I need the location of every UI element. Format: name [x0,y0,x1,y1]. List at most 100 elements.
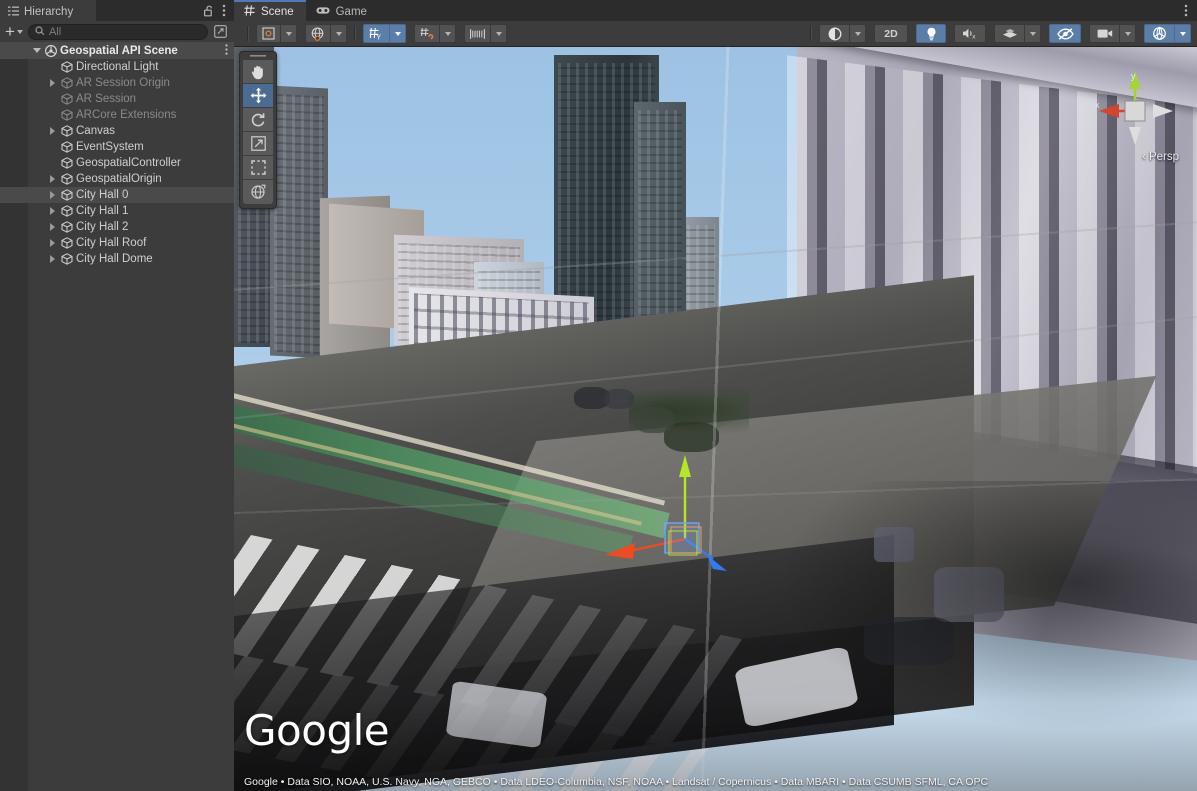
handle-space-toggle[interactable] [305,24,330,43]
hierarchy-item-label: City Hall Dome [76,253,153,265]
gameobject-icon [59,157,74,169]
lock-open-icon[interactable] [204,5,215,17]
scene-window-menu[interactable] [1184,0,1197,21]
hierarchy-item-label: City Hall 2 [76,221,128,233]
snap-increment-dropdown[interactable] [439,24,456,43]
hierarchy-item-city-hall-0[interactable]: City Hall 0 [0,187,234,203]
hierarchy-tabbar: Hierarchy [0,0,234,21]
gameobject-icon [59,173,74,185]
drag-handle-icon[interactable] [250,55,266,57]
hierarchy-item-label: AR Session [76,93,136,105]
hierarchy-item-directional-light[interactable]: Directional Light [0,59,234,75]
scene-fx-dropdown[interactable] [1024,24,1041,43]
hierarchy-item-label: EventSystem [76,141,144,153]
hierarchy-item-canvas[interactable]: Canvas [0,123,234,139]
gizmos-dropdown[interactable] [1174,24,1191,43]
grid-snapping-toggle[interactable]: Y [363,24,389,43]
scene-lighting-toggle[interactable] [916,24,946,43]
twisty-toggle[interactable] [46,223,59,231]
hierarchy-scene-root[interactable]: Geospatial API Scene [0,42,234,59]
hand-icon[interactable] [243,60,273,84]
scene-toolbar: Y [234,21,1197,47]
tab-scene[interactable]: Scene [234,0,306,21]
handle-space-dropdown[interactable] [330,24,347,43]
hierarchy-item-label: ARCore Extensions [76,109,176,121]
svg-text:x: x [972,33,976,40]
gameobject-icon [59,189,74,201]
hierarchy-item-city-hall-roof[interactable]: City Hall Roof [0,235,234,251]
twisty-toggle[interactable] [46,175,59,183]
tab-hierarchy-label: Hierarchy [24,6,73,18]
twisty-toggle[interactable] [46,207,59,215]
search-input[interactable]: All [28,24,208,40]
scene-orientation-gizmo[interactable]: y x [1089,65,1181,157]
hierarchy-icon [8,6,19,17]
hierarchy-tabbar-spacer [96,0,204,21]
scene-root-twisty[interactable] [30,48,43,53]
camera-settings-button[interactable] [1089,24,1119,43]
kebab-menu-icon[interactable] [222,4,226,17]
hierarchy-item-city-hall-1[interactable]: City Hall 1 [0,203,234,219]
gameobject-icon [59,221,74,233]
hierarchy-item-eventsystem[interactable]: EventSystem [0,139,234,155]
unity-scene-icon [43,45,58,57]
scene-toolbar-right: 2D x [803,24,1191,43]
hierarchy-item-city-hall-2[interactable]: City Hall 2 [0,219,234,235]
tab-hierarchy[interactable]: Hierarchy [0,0,96,21]
tab-game[interactable]: Game [306,0,379,21]
hierarchy-tabbar-actions [204,0,234,21]
scene-audio-toggle[interactable]: x [954,24,986,43]
open-in-panel-icon[interactable] [212,24,229,40]
hierarchy-tree[interactable]: Geospatial API Scene Directional LightAR… [0,42,234,791]
gizmos-toggle-button[interactable] [1144,24,1174,43]
transform-move-gizmo[interactable] [589,447,779,597]
twisty-toggle[interactable] [46,79,59,87]
gameobject-icon [59,109,74,121]
tools-overlay [239,51,277,209]
move-icon[interactable] [243,84,273,108]
scale-icon[interactable] [243,132,273,156]
pivot-toggle[interactable] [256,24,280,43]
create-gameobject-button[interactable]: + [4,24,24,40]
hierarchy-item-label: GeospatialController [76,157,181,169]
rect-icon[interactable] [243,156,273,180]
projection-mode-label[interactable]: ‹ Persp [1142,151,1179,163]
hierarchy-item-label: City Hall 1 [76,205,128,217]
svg-text:y: y [1131,71,1136,81]
hierarchy-item-geospatialorigin[interactable]: GeospatialOrigin [0,171,234,187]
2d-toggle-button[interactable]: 2D [874,24,908,43]
twisty-toggle[interactable] [46,255,59,263]
twisty-toggle[interactable] [46,127,59,135]
svg-text:Y: Y [376,34,381,40]
gameobject-icon [59,125,74,137]
gameobject-icon [59,141,74,153]
pivot-dropdown[interactable] [280,24,297,43]
grid-snapping-dropdown[interactable] [389,24,406,43]
plus-icon: + [5,25,15,38]
rotate-icon[interactable] [243,108,273,132]
projection-label-text: Persp [1149,151,1179,163]
ruler-tool-button[interactable] [464,24,490,43]
draw-mode-button[interactable] [819,24,849,43]
gameobject-icon [59,253,74,265]
draw-mode-dropdown[interactable] [849,24,866,43]
street-object-2 [634,407,674,433]
camera-settings-dropdown[interactable] [1119,24,1136,43]
hierarchy-item-city-hall-dome[interactable]: City Hall Dome [0,251,234,267]
ruler-dropdown[interactable] [490,24,507,43]
twisty-toggle[interactable] [46,239,59,247]
scene-root-kebab-menu-icon[interactable] [225,44,228,58]
scene-visibility-toggle[interactable] [1049,24,1081,43]
twisty-toggle[interactable] [46,191,59,199]
scene-fx-button[interactable] [994,24,1024,43]
scene-viewport[interactable]: y x ‹ Persp [234,47,1197,791]
transform-icon[interactable] [243,180,273,204]
tab-scene-label: Scene [261,6,294,18]
hierarchy-item-ar-session-origin[interactable]: AR Session Origin [0,75,234,91]
unity-editor-window: Hierarchy [0,0,1197,791]
hierarchy-item-ar-session[interactable]: AR Session [0,91,234,107]
snap-increment-button[interactable] [414,24,439,43]
hierarchy-item-geospatialcontroller[interactable]: GeospatialController [0,155,234,171]
hierarchy-item-arcore-extensions[interactable]: ARCore Extensions [0,107,234,123]
search-placeholder: All [49,26,61,38]
